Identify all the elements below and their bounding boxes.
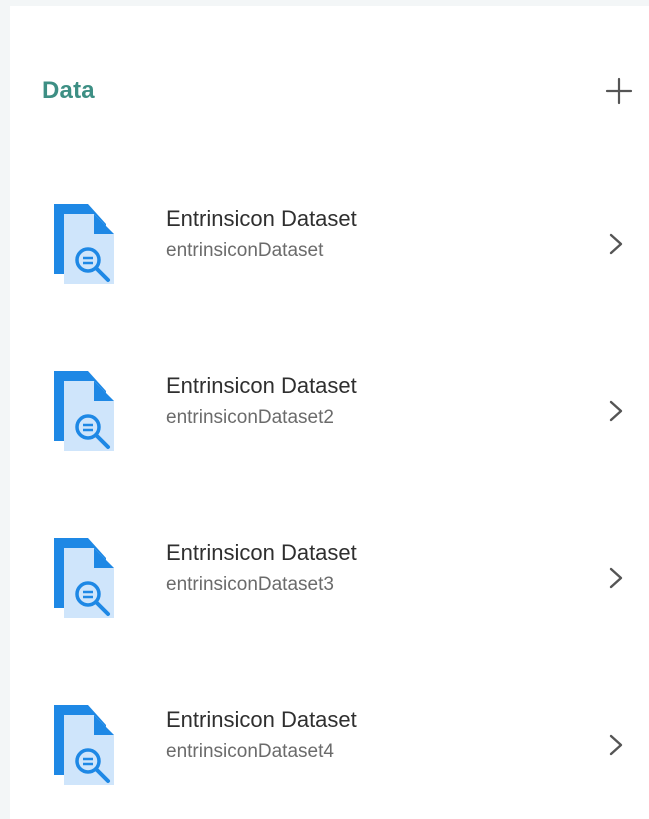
panel-header: Data — [42, 66, 633, 116]
item-text: Entrinsicon Dataset entrinsiconDataset3 — [166, 539, 556, 599]
dataset-title: Entrinsicon Dataset — [166, 540, 357, 565]
add-dataset-button[interactable] — [599, 71, 639, 111]
item-text: Entrinsicon Dataset entrinsiconDataset2 — [166, 372, 556, 432]
dataset-id: entrinsiconDataset3 — [166, 574, 334, 595]
left-rail — [0, 0, 10, 819]
item-text: Entrinsicon Dataset entrinsiconDataset — [166, 205, 556, 265]
dataset-search-icon — [54, 204, 114, 284]
dataset-search-icon — [54, 371, 114, 451]
dataset-id: entrinsiconDataset4 — [166, 741, 334, 762]
list-item[interactable]: Entrinsicon Dataset entrinsiconDataset4 — [10, 662, 649, 819]
dataset-list: Entrinsicon Dataset entrinsiconDataset E… — [10, 161, 649, 819]
dataset-search-icon — [54, 705, 114, 785]
dataset-id: entrinsiconDataset — [166, 240, 324, 261]
dataset-title: Entrinsicon Dataset — [166, 707, 357, 732]
chevron-right-icon — [609, 734, 623, 756]
chevron-right-icon — [609, 233, 623, 255]
item-text: Entrinsicon Dataset entrinsiconDataset4 — [166, 706, 556, 766]
panel-title: Data — [42, 77, 95, 104]
dataset-title: Entrinsicon Dataset — [166, 206, 357, 231]
plus-icon — [605, 77, 633, 105]
dataset-title: Entrinsicon Dataset — [166, 373, 357, 398]
list-item[interactable]: Entrinsicon Dataset entrinsiconDataset3 — [10, 495, 649, 662]
list-item[interactable]: Entrinsicon Dataset entrinsiconDataset — [10, 161, 649, 328]
chevron-right-icon — [609, 400, 623, 422]
chevron-right-icon — [609, 567, 623, 589]
dataset-id: entrinsiconDataset2 — [166, 407, 334, 428]
list-item[interactable]: Entrinsicon Dataset entrinsiconDataset2 — [10, 328, 649, 495]
data-panel: Data Entrinsicon Dataset entrinsiconData… — [10, 6, 649, 819]
data-panel-page: Data Entrinsicon Dataset entrinsiconData… — [0, 0, 649, 819]
dataset-search-icon — [54, 538, 114, 618]
